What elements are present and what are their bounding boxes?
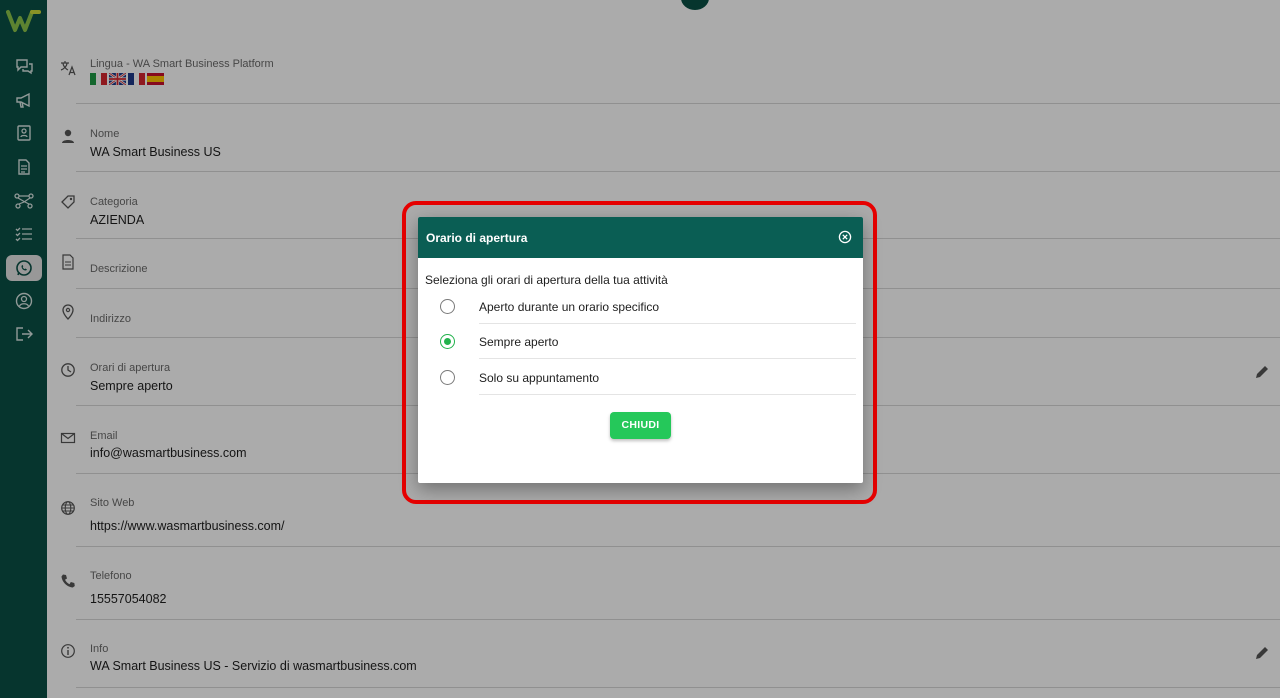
option-by-appointment[interactable]: Solo su appuntamento	[438, 360, 856, 395]
close-circle-icon[interactable]	[838, 230, 852, 244]
option-always-open[interactable]: Sempre aperto	[438, 324, 856, 359]
radio-by-appointment[interactable]	[440, 370, 455, 385]
option-divider	[479, 394, 856, 395]
dialog-header: Orario di apertura	[418, 217, 863, 258]
option-label: Solo su appuntamento	[479, 371, 600, 385]
option-divider	[479, 358, 856, 359]
dialog-prompt: Seleziona gli orari di apertura della tu…	[425, 273, 668, 287]
radio-specific-hours[interactable]	[440, 299, 455, 314]
option-label: Sempre aperto	[479, 335, 559, 349]
option-specific-hours[interactable]: Aperto durante un orario specifico	[438, 289, 856, 324]
opening-hours-dialog: Orario di apertura Seleziona gli orari d…	[418, 217, 863, 483]
radio-always-open[interactable]	[440, 334, 455, 349]
close-button[interactable]: CHIUDI	[610, 412, 671, 439]
dialog-title: Orario di apertura	[426, 231, 528, 245]
option-label: Aperto durante un orario specifico	[479, 300, 660, 314]
